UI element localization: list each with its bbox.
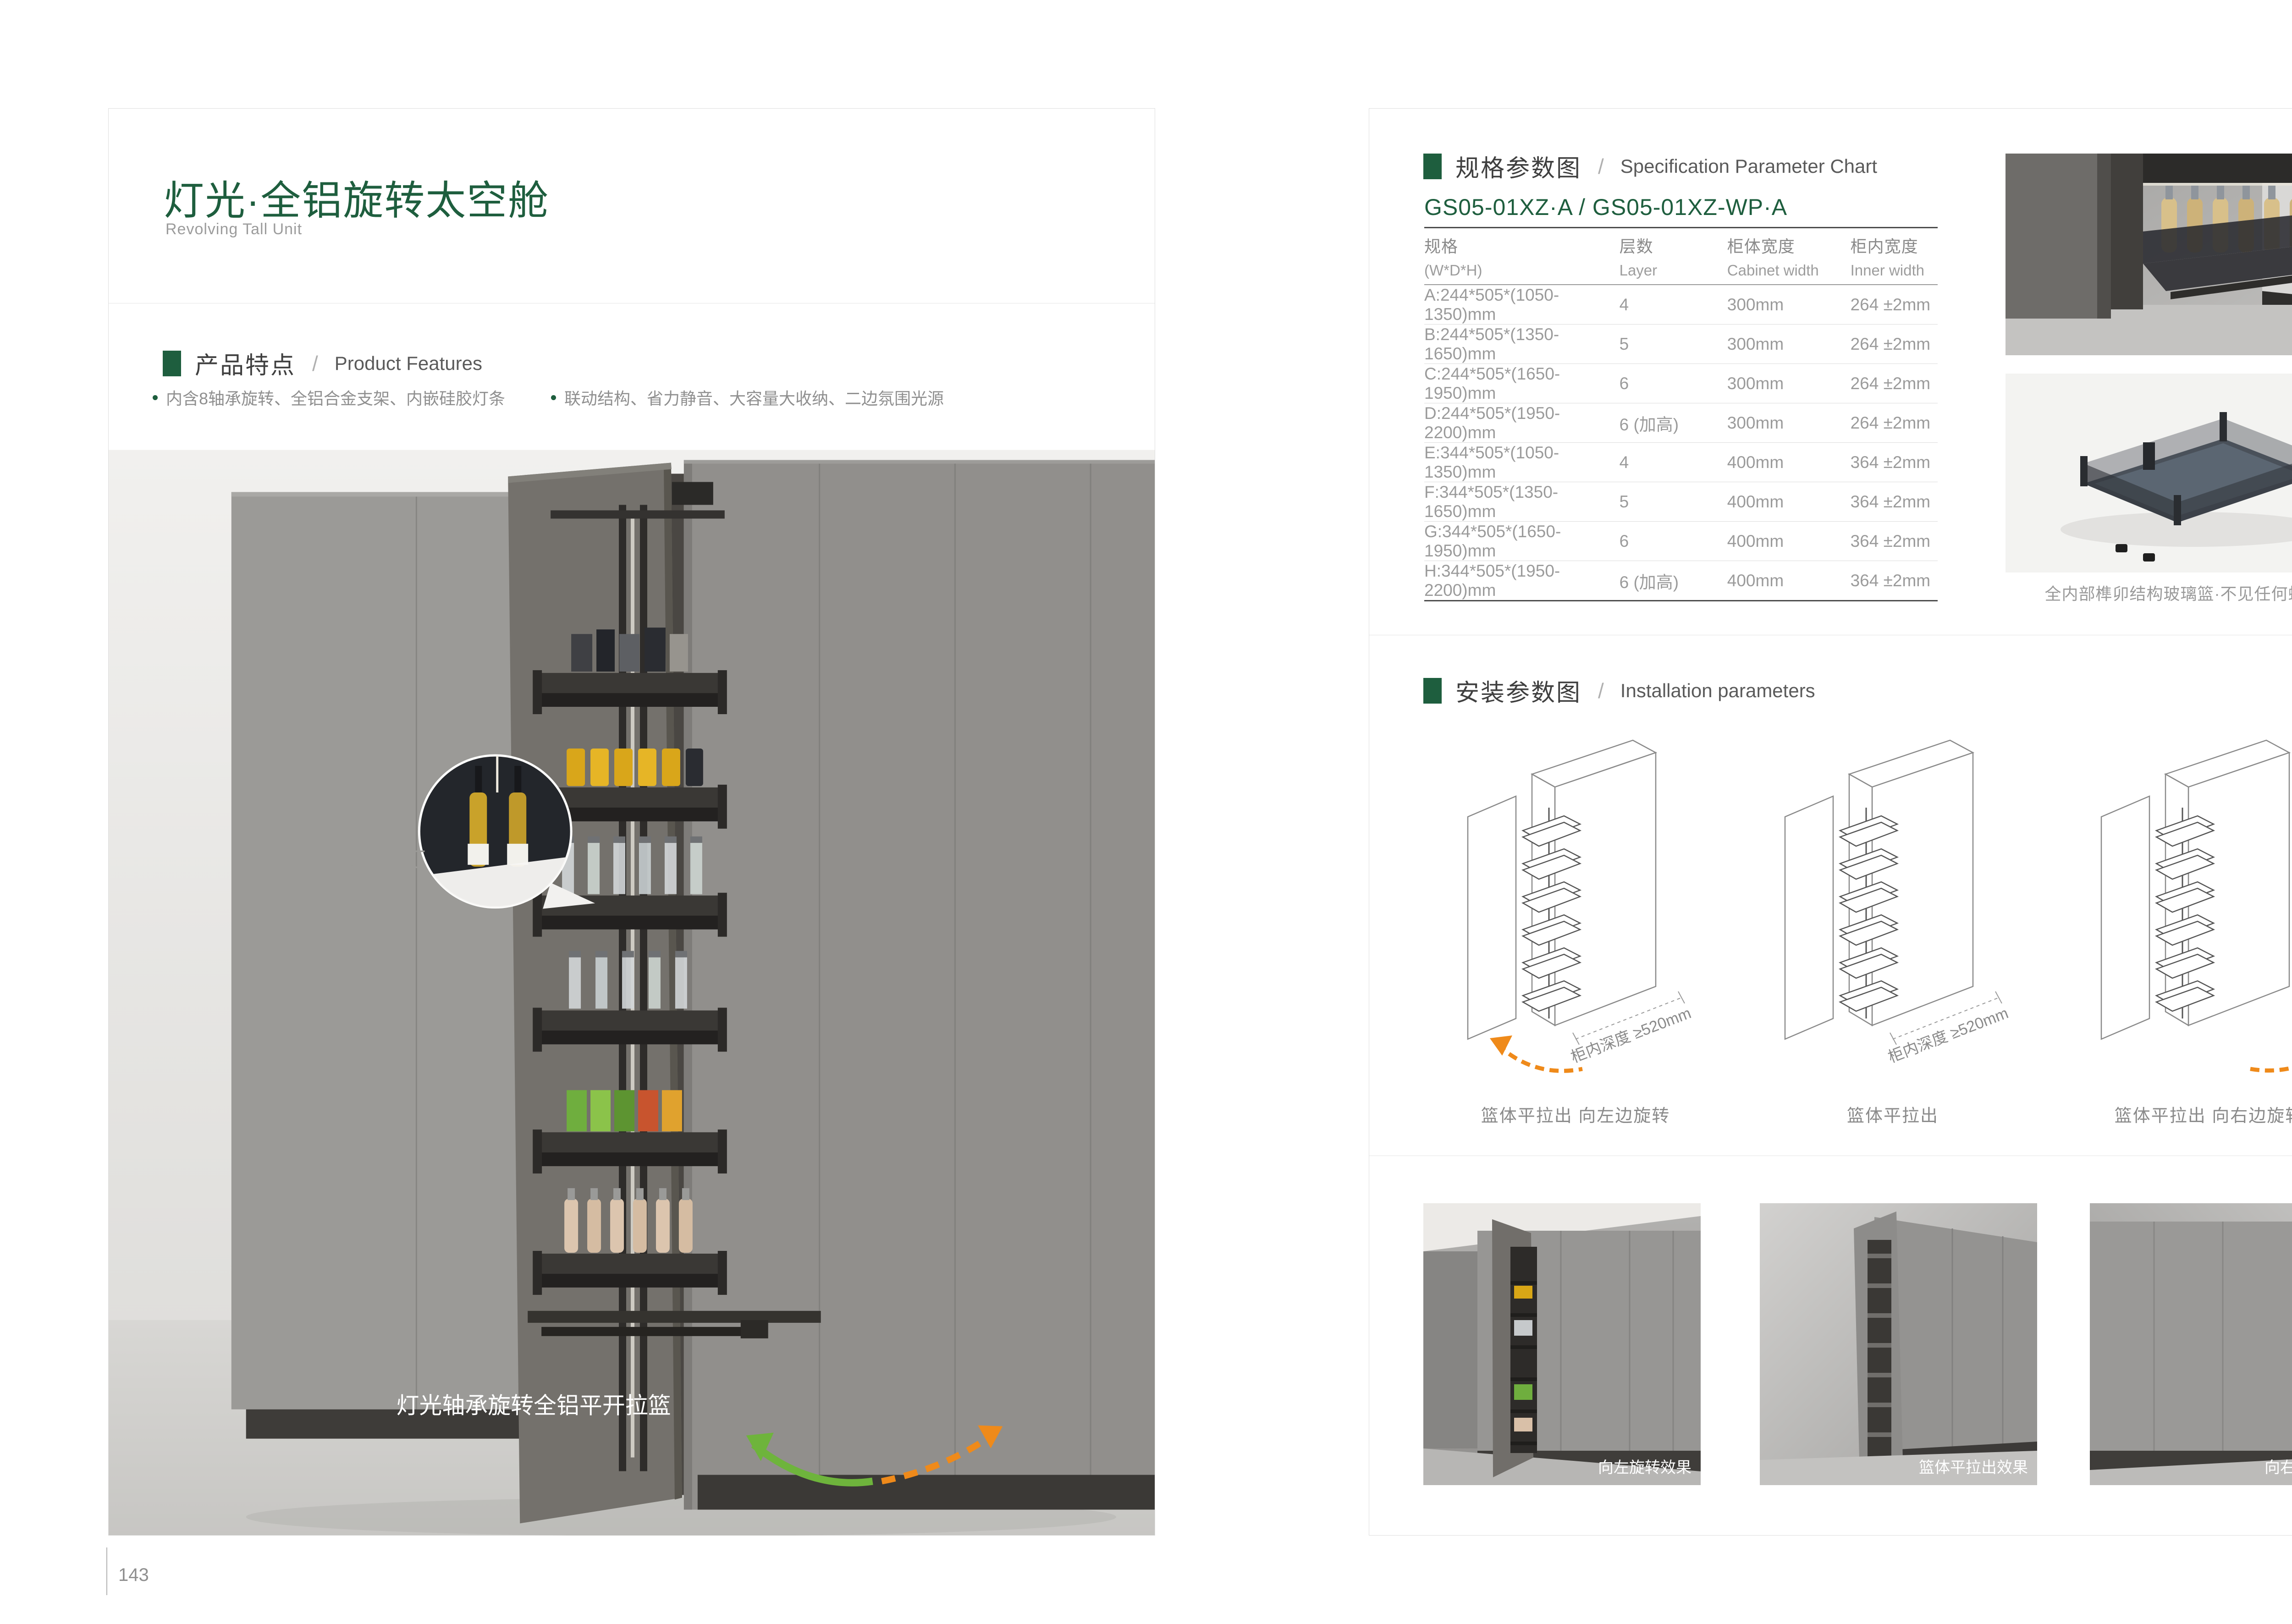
catalog-spread: 灯光·全铝旋转太空舱 Revolving Tall Unit 产品特点 / Pr…	[0, 0, 2292, 1624]
section-separator: /	[1598, 678, 1604, 703]
table-header-row: 规格(W*D*H) 层数Layer 柜体宽度Cabinet width 柜内宽度…	[1424, 227, 1938, 285]
main-product-photo: 全铝支架 前后氛围硅胶灯 灯光轴承旋转全铝平开拉篮	[109, 450, 1155, 1536]
tall-unit-scene: 全铝支架 前后氛围硅胶灯 灯光轴承旋转全铝平开拉篮	[109, 450, 1155, 1536]
section-separator: /	[1598, 154, 1604, 179]
feature-text: 内含8轴承旋转、全铝合金支架、内嵌硅胶灯条	[166, 385, 505, 409]
col-header: 规格(W*D*H)	[1424, 233, 1620, 279]
col-header: 柜体宽度Cabinet width	[1727, 233, 1851, 279]
rotate-left-arrow	[1490, 1035, 1582, 1071]
feature-item: 联动结构、省力静音、大容量大收纳、二边氛围光源	[551, 385, 944, 409]
page-number-rule	[106, 1547, 107, 1595]
feature-text: 联动结构、省力静音、大容量大收纳、二边氛围光源	[564, 385, 944, 409]
col-header: 层数Layer	[1620, 233, 1727, 279]
diagram-label: 篮体平拉出 向右边旋转	[2058, 1101, 2292, 1127]
install-section-heading: 安装参数图 / Installation parameters	[1423, 673, 1815, 708]
feature-list: 内含8轴承旋转、全铝合金支架、内嵌硅胶灯条 联动结构、省力静音、大容量大收纳、二…	[153, 385, 944, 409]
table-row: D:244*505*(1950-2200)mm6 (加高)300mm264 ±2…	[1424, 403, 1938, 443]
model-code: GS05-01XZ·A / GS05-01XZ-WP·A	[1424, 194, 1787, 220]
effect-photo-straight-pull: 篮体平拉出效果	[1760, 1203, 2037, 1485]
effect-photo-right-rotate: 向右旋转效果	[2090, 1203, 2292, 1485]
spec-photo-caption: 全内部榫卯结构玻璃篮·不见任何螺丝	[2006, 581, 2292, 605]
spec-photo-basket-in-cabinet	[2006, 154, 2292, 355]
install-diagram-straight-pull: 柜内深度 ≥520mm	[1741, 718, 2044, 1090]
diagram-label: 篮体平拉出	[1741, 1101, 2044, 1127]
page-subtitle: Revolving Tall Unit	[165, 220, 302, 238]
rotating-basket-label: 灯光轴承旋转全铝平开拉篮	[396, 1393, 671, 1419]
page-number-left: 143	[118, 1565, 149, 1585]
table-row: C:244*505*(1650-1950)mm6300mm264 ±2mm	[1424, 364, 1938, 403]
bullet-dot-icon	[153, 395, 158, 400]
feature-item: 内含8轴承旋转、全铝合金支架、内嵌硅胶灯条	[153, 385, 505, 409]
install-diagram-left-rotate: 柜内深度 ≥520mm	[1424, 718, 1727, 1090]
table-row: F:344*505*(1350-1650)mm5400mm364 ±2mm	[1424, 482, 1938, 522]
effect-photo-caption: 篮体平拉出效果	[1919, 1459, 2028, 1476]
right-cabinet	[684, 460, 1155, 1510]
table-row: B:244*505*(1350-1650)mm5300mm264 ±2mm	[1424, 325, 1938, 364]
product-features-heading: 产品特点 / Product Features	[163, 346, 482, 380]
right-page: 规格参数图 / Specification Parameter Chart GS…	[1369, 108, 2292, 1536]
rotate-right-arrow	[2250, 1039, 2292, 1070]
section-title-en: Specification Parameter Chart	[1620, 155, 1877, 177]
bullet-dot-icon	[551, 395, 556, 400]
section-marker-icon	[1423, 154, 1442, 179]
section-marker-icon	[163, 351, 181, 376]
depth-dimension-label: 柜内深度 ≥520mm	[1569, 1004, 1694, 1066]
section-title-zh: 产品特点	[195, 346, 296, 380]
table-row: G:344*505*(1650-1950)mm6400mm364 ±2mm	[1424, 522, 1938, 561]
section-title-en: Product Features	[335, 352, 482, 374]
section-title-zh: 安装参数图	[1455, 673, 1581, 708]
effect-photo-left-rotate: 向左旋转效果	[1423, 1203, 1701, 1485]
spec-photo-glass-basket	[2006, 374, 2292, 573]
table-row: E:344*505*(1050-1350)mm4400mm364 ±2mm	[1424, 443, 1938, 482]
left-page: 灯光·全铝旋转太空舱 Revolving Tall Unit 产品特点 / Pr…	[108, 108, 1155, 1536]
spec-section-heading: 规格参数图 / Specification Parameter Chart	[1423, 149, 1877, 183]
depth-dimension-label: 柜内深度 ≥520mm	[1886, 1004, 2011, 1066]
section-separator: /	[312, 351, 318, 376]
spec-table: 规格(W*D*H) 层数Layer 柜体宽度Cabinet width 柜内宽度…	[1424, 227, 1938, 601]
diagram-label: 篮体平拉出 向左边旋转	[1424, 1101, 1727, 1127]
table-row: A:244*505*(1050-1350)mm4300mm264 ±2mm	[1424, 285, 1938, 325]
effect-photo-caption: 向右旋转效果	[2264, 1459, 2292, 1476]
callout-label-line2: 前后氛围硅胶灯	[278, 848, 426, 871]
section-marker-icon	[1423, 678, 1442, 704]
section-title-zh: 规格参数图	[1455, 149, 1581, 183]
col-header: 柜内宽度Inner width	[1851, 233, 1938, 279]
page-title: 灯光·全铝旋转太空舱	[164, 168, 549, 226]
install-diagram-right-rotate	[2058, 718, 2292, 1090]
section-title-en: Installation parameters	[1620, 680, 1815, 702]
callout-label-line1: 全铝支架	[278, 821, 363, 845]
effect-photo-caption: 向左旋转效果	[1598, 1459, 1691, 1476]
table-row: H:344*505*(1950-2200)mm6 (加高)400mm364 ±2…	[1424, 561, 1938, 601]
